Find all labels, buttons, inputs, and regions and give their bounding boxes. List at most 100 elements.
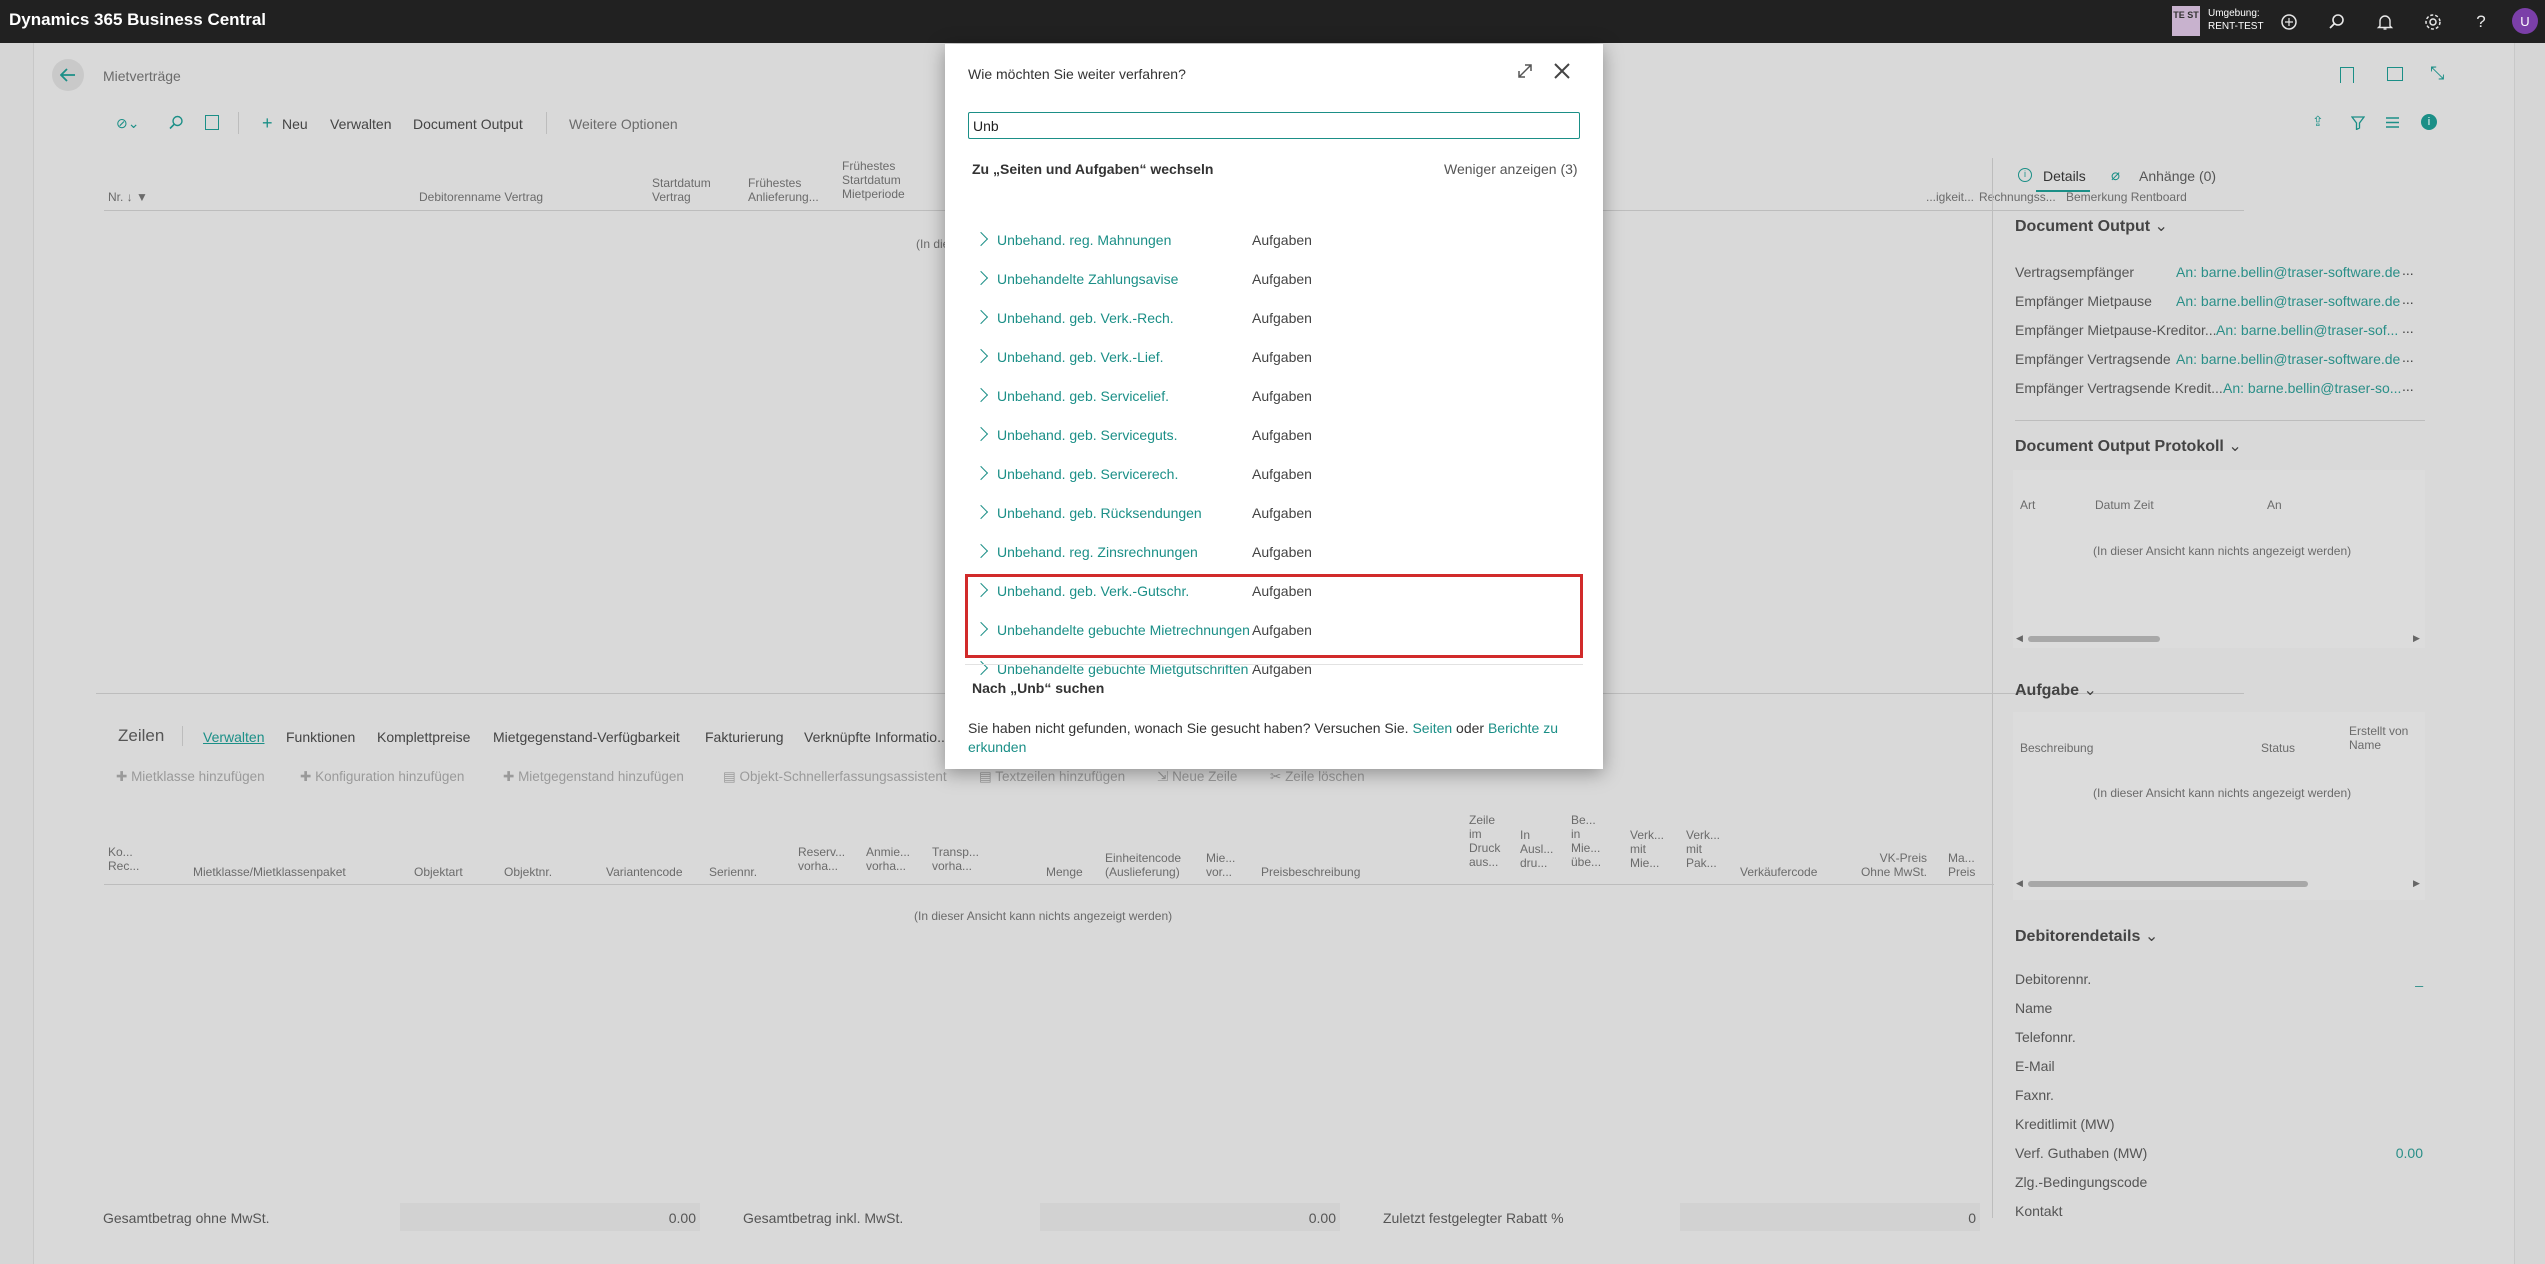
copilot-icon[interactable] [2275,8,2303,36]
col-preisbeschreibung[interactable]: Preisbeschreibung [1261,865,1360,879]
tab-details[interactable]: Details [2043,168,2086,184]
protocol-col-art[interactable]: Art [2020,498,2035,512]
col-zeile-im-druck[interactable]: Zeile im Druck aus... [1469,813,1505,869]
customer-detail-value[interactable]: _ [2415,971,2423,987]
new-button[interactable]: Neu [282,116,308,132]
task-col-beschreibung[interactable]: Beschreibung [2020,741,2093,755]
result-item[interactable]: Unbehand. reg. Zinsrechnungen Aufgaben [962,537,1582,576]
add-configuration-button[interactable]: ✚ Konfiguration hinzufügen [300,769,464,785]
customer-details-header[interactable]: Debitorendetails ⌄ [2015,926,2158,946]
more-options-icon[interactable]: ... [2402,291,2414,307]
add-rental-class-button[interactable]: ✚ Mietklasse hinzufügen [116,769,265,785]
result-name[interactable]: Unbehand. geb. Verk.-Lief. [997,349,1164,365]
result-name[interactable]: Unbehand. geb. Verk.-Rech. [997,310,1174,326]
col-be-in-miet[interactable]: Be... in Mie... übe... [1571,813,1607,869]
col-miet-vor[interactable]: Mie... vor... [1206,851,1242,879]
col-verkaeufercode[interactable]: Verkäufercode [1740,865,1817,879]
col-faelligkeit[interactable]: ...igkeit... [1926,190,1974,204]
new-line-button[interactable]: ⇲ Neue Zeile [1157,769,1237,785]
result-item[interactable]: Unbehand. geb. Verk.-Rech. Aufgaben [962,303,1582,342]
collapse-icon[interactable]: ⤡ [2430,63,2444,84]
back-button[interactable] [52,59,84,91]
col-in-ausl[interactable]: In Ausl... dru... [1520,828,1556,870]
info-icon[interactable]: i [2421,114,2437,130]
col-bemerkung[interactable]: Bemerkung Rentboard [2066,190,2187,204]
manage-menu[interactable]: Verwalten [330,116,391,132]
more-options-icon[interactable]: ... [2402,320,2414,336]
help-icon[interactable]: ? [2467,8,2495,36]
result-item[interactable]: Unbehand. geb. Serviceguts. Aufgaben [962,420,1582,459]
document-output-menu[interactable]: Document Output [413,116,523,132]
environment-info[interactable]: Umgebung: RENT-TEST [2208,7,2264,33]
tab-verwalten[interactable]: Verwalten [203,729,264,745]
edit-list-icon[interactable] [205,115,219,130]
document-output-header[interactable]: Document Output ⌄ [2015,216,2168,236]
result-name[interactable]: Unbehand. geb. Serviceguts. [997,427,1178,443]
more-options-icon[interactable]: ... [2402,378,2414,394]
col-fruehestes-startdatum[interactable]: Frühestes Startdatum Mietperiode [842,159,914,201]
notification-bell-icon[interactable] [2371,8,2399,36]
task-col-status[interactable]: Status [2261,741,2295,755]
tab-attachments[interactable]: Anhänge (0) [2139,168,2216,184]
customer-detail-value[interactable]: 0.00 [2396,1145,2423,1161]
search-list-icon[interactable] [169,115,184,133]
col-mietklasse[interactable]: Mietklasse/Mietklassenpaket [193,865,346,879]
result-item[interactable]: Unbehand. geb. Rücksendungen Aufgaben [962,498,1582,537]
app-title[interactable]: Dynamics 365 Business Central [9,10,266,30]
doc-output-value[interactable]: An: barne.bellin@traser-software.de [2176,264,2400,280]
tab-verfuegbarkeit[interactable]: Mietgegenstand-Verfügbarkeit [493,729,680,745]
more-options-menu[interactable]: Weitere Optionen [569,116,678,132]
col-verk-mit-miet[interactable]: Verk... mit Mie... [1630,828,1666,870]
col-ko-rec[interactable]: Ko... Rec... [108,845,139,873]
doc-output-value[interactable]: An: barne.bellin@traser-sof... [2216,322,2398,338]
col-startdatum[interactable]: Startdatum Vertrag [652,176,722,204]
result-item[interactable]: Unbehand. geb. Servicerech. Aufgaben [962,459,1582,498]
col-rechnungss[interactable]: Rechnungss... [1979,190,2056,204]
task-scrollbar[interactable] [2028,881,2308,887]
search-input[interactable] [968,112,1580,139]
col-objektart[interactable]: Objektart [414,865,463,879]
result-item[interactable]: Unbehand. geb. Servicelief. Aufgaben [962,381,1582,420]
expand-icon[interactable] [1516,62,1534,83]
scroll-left-icon[interactable]: ◀ [2016,878,2023,889]
show-less-link[interactable]: Weniger anzeigen (3) [1444,161,1578,177]
tab-komplettpreise[interactable]: Komplettpreise [377,729,470,745]
add-rental-item-button[interactable]: ✚ Mietgegenstand hinzufügen [503,769,684,785]
protocol-col-an[interactable]: An [2267,498,2282,512]
scroll-right-icon[interactable]: ▶ [2413,878,2420,889]
close-icon[interactable] [1552,61,1572,84]
protocol-header[interactable]: Document Output Protokoll ⌄ [2015,436,2242,456]
pages-link[interactable]: Seiten [1412,720,1452,736]
filter-icon[interactable] [2350,116,2366,133]
more-options-icon[interactable]: ... [2402,262,2414,278]
bookmark-icon[interactable] [2340,67,2354,83]
open-new-window-icon[interactable] [2387,67,2403,81]
result-name[interactable]: Unbehandelte Zahlungsavise [997,271,1178,287]
result-item[interactable]: Unbehandelte Zahlungsavise Aufgaben [962,264,1582,303]
col-vk-preis[interactable]: VK-Preis Ohne MwSt. [1849,851,1927,879]
col-menge[interactable]: Menge [1046,865,1083,879]
col-verk-mit-pak[interactable]: Verk... mit Pak... [1686,828,1722,870]
delete-line-button[interactable]: ✂ Zeile löschen [1270,769,1365,785]
search-icon[interactable] [2323,8,2351,36]
task-header[interactable]: Aufgabe ⌄ [2015,680,2097,700]
tab-fakturierung[interactable]: Fakturierung [705,729,784,745]
result-name[interactable]: Unbehand. geb. Rücksendungen [997,505,1202,521]
insights-icon[interactable]: ⊘⌄ [116,115,139,132]
col-transp[interactable]: Transp... vorha... [932,845,980,873]
scroll-right-icon[interactable]: ▶ [2413,633,2420,644]
col-variantencode[interactable]: Variantencode [606,865,683,879]
breadcrumb[interactable]: Mietverträge [103,68,181,84]
environment-badge[interactable]: TE ST [2172,6,2200,36]
add-text-lines-button[interactable]: ▤ Textzeilen hinzufügen [979,769,1125,785]
result-item[interactable]: Unbehand. geb. Verk.-Lief. Aufgaben [962,342,1582,381]
object-wizard-button[interactable]: ▤ Objekt-Schnellerfassungsassistent [723,769,947,785]
protocol-scrollbar[interactable] [2028,636,2160,642]
tab-funktionen[interactable]: Funktionen [286,729,355,745]
doc-output-value[interactable]: An: barne.bellin@traser-software.de [2176,293,2400,309]
col-anmiet[interactable]: Anmie... vorha... [866,845,914,873]
result-name[interactable]: Unbehand. geb. Servicerech. [997,466,1178,482]
share-icon[interactable]: ⇪ [2312,113,2324,130]
result-name[interactable]: Unbehand. reg. Zinsrechnungen [997,544,1198,560]
protocol-col-datum[interactable]: Datum Zeit [2095,498,2154,512]
